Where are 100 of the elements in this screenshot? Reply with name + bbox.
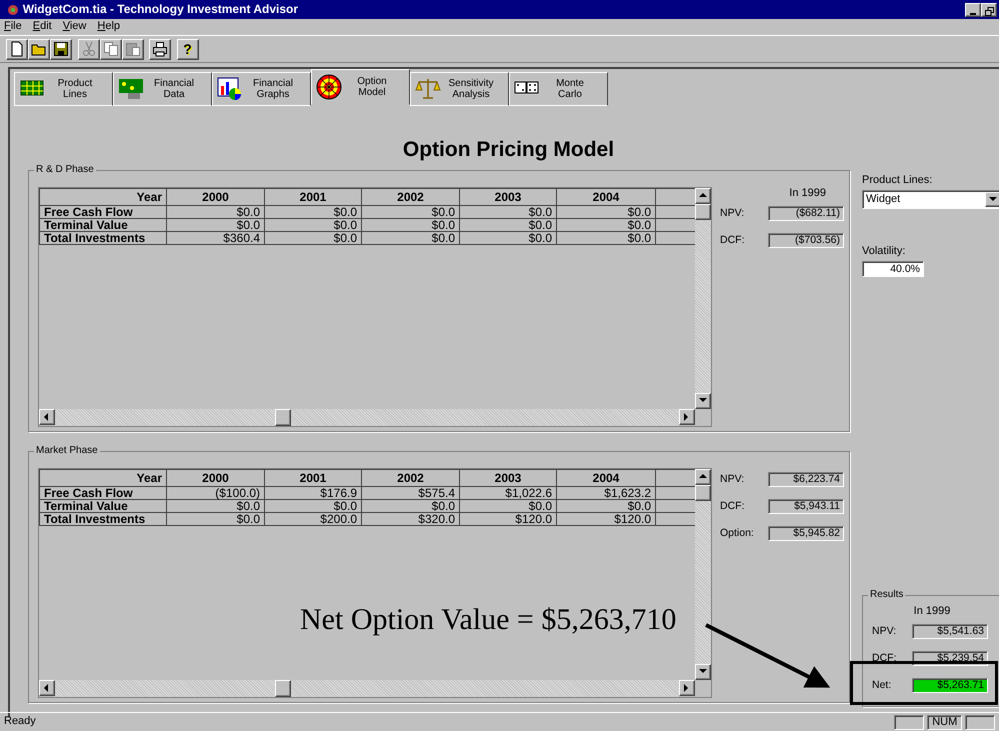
table-cell: $0.0 xyxy=(362,218,460,232)
column-header: 2003 xyxy=(460,470,556,486)
status-pane xyxy=(965,714,995,730)
column-header: 2002 xyxy=(362,188,460,206)
field-label: Net: xyxy=(872,678,892,692)
field-label: Volatility: xyxy=(862,244,906,258)
scroll-left-button[interactable] xyxy=(39,680,55,696)
toolbar-button[interactable] xyxy=(149,38,171,60)
table-cell: $0.0 xyxy=(264,500,362,512)
scroll-down-button[interactable] xyxy=(695,664,711,680)
menu-item[interactable]: Edit xyxy=(32,20,52,34)
tab[interactable]: Product Lines xyxy=(14,72,113,106)
volatility-field[interactable]: 40.0% xyxy=(862,260,924,277)
value-field: $5,943.11 xyxy=(768,499,844,514)
row-header: Free Cash Flow xyxy=(40,486,166,500)
table-cell: $0.0 xyxy=(166,500,264,512)
circuit-board-icon xyxy=(118,76,144,102)
status-text: Ready xyxy=(4,715,36,729)
table-cell: $200.0 xyxy=(264,512,362,526)
dartboard-icon xyxy=(316,74,342,100)
scroll-thumb[interactable] xyxy=(275,680,291,697)
column-header: 2000 xyxy=(166,470,264,486)
scissors-icon xyxy=(80,41,96,57)
field-label: DCF: xyxy=(872,652,898,664)
table-cell: $176.9 xyxy=(264,486,362,500)
table-cell: $575.4 xyxy=(362,486,460,500)
toolbar-button[interactable] xyxy=(50,38,72,60)
column-header: 2001 xyxy=(264,188,362,206)
scroll-thumb[interactable] xyxy=(695,204,711,220)
scroll-right-button[interactable] xyxy=(679,680,695,696)
scroll-down-button[interactable] xyxy=(695,393,711,409)
field-label: NPV: xyxy=(872,624,898,638)
status-pane: NUM xyxy=(927,714,962,730)
table-cell: $0.0 xyxy=(556,232,656,244)
scroll-up-button[interactable] xyxy=(695,469,711,485)
row-header: Free Cash Flow xyxy=(40,206,166,218)
menu-item[interactable]: View xyxy=(62,20,86,34)
scroll-thumb[interactable] xyxy=(275,409,291,426)
column-header: 2002 xyxy=(362,470,460,486)
table-cell: $360.4 xyxy=(166,232,264,244)
column-header: 2001 xyxy=(264,470,362,486)
table-cell: $0.0 xyxy=(166,218,264,232)
scroll-right-button[interactable] xyxy=(679,409,695,425)
scroll-left-button[interactable] xyxy=(39,409,55,425)
table-cell: $320.0 xyxy=(362,512,460,526)
field-label: NPV: xyxy=(720,206,746,220)
column-header: 2003 xyxy=(460,188,556,206)
table-cell: $0.0 xyxy=(166,512,264,526)
status-pane xyxy=(894,714,924,730)
annotation-text: Net Option Value = $5,263,710 xyxy=(300,602,676,638)
table-cell: $1,623.2 xyxy=(556,486,656,500)
caption: In 1999 xyxy=(912,604,952,618)
table-cell: $0.0 xyxy=(264,218,362,232)
tab[interactable]: Option Model xyxy=(311,69,410,105)
tab[interactable]: Sensitivity Analysis xyxy=(410,72,509,106)
dropdown-arrow-icon xyxy=(989,196,997,202)
copy-icon xyxy=(102,41,118,57)
table-cell: $0.0 xyxy=(460,232,556,244)
page-heading: Option Pricing Model xyxy=(402,137,616,162)
printer-icon xyxy=(152,41,168,57)
menu-item[interactable]: Help xyxy=(97,20,120,34)
app-icon xyxy=(6,2,20,16)
product-lines-dropdown[interactable]: Widget xyxy=(862,190,999,209)
menu-item[interactable]: File xyxy=(4,20,22,34)
scroll-thumb[interactable] xyxy=(695,485,711,501)
value-field: $5,541.63 xyxy=(912,624,988,639)
table-cell: $0.0 xyxy=(264,206,362,218)
clipboard-icon xyxy=(124,41,140,57)
table-cell: $120.0 xyxy=(460,512,556,526)
table-cell: $0.0 xyxy=(166,206,264,218)
caption: In 1999 xyxy=(788,187,827,200)
restore-button[interactable] xyxy=(981,2,997,16)
chart-icon xyxy=(217,76,243,102)
toolbar-button[interactable] xyxy=(6,38,28,60)
table-cell: $0.0 xyxy=(362,206,460,218)
value-field: $5,945.82 xyxy=(768,526,844,541)
row-header: Year xyxy=(40,188,166,206)
value-field: $6,223.74 xyxy=(768,472,844,487)
tab[interactable]: Financial Graphs xyxy=(212,72,311,106)
help-button[interactable]: ? xyxy=(176,38,198,60)
tab[interactable]: Monte Carlo xyxy=(509,72,608,106)
table-cell: $0.0 xyxy=(556,500,656,512)
tab[interactable]: Financial Data xyxy=(113,72,212,106)
table-cell: $120.0 xyxy=(556,512,656,526)
row-header: Terminal Value xyxy=(40,218,166,232)
table-cell: $0.0 xyxy=(556,206,656,218)
table-cell: $0.0 xyxy=(460,500,556,512)
row-header: Total Investments xyxy=(40,232,166,244)
column-header: 2004 xyxy=(556,470,656,486)
balance-scale-icon xyxy=(415,76,441,102)
row-header: Year xyxy=(40,470,166,486)
scroll-up-button[interactable] xyxy=(695,188,711,204)
value-field: ($682.11) xyxy=(768,206,844,221)
minimize-button[interactable] xyxy=(965,2,981,16)
toolbar-button[interactable] xyxy=(28,38,50,60)
value-field: $5,263.71 xyxy=(912,678,988,693)
table-cell: $1,022.6 xyxy=(460,486,556,500)
table-cell: $0.0 xyxy=(362,232,460,244)
field-label: NPV: xyxy=(720,473,746,486)
field-label: DCF: xyxy=(720,234,746,246)
